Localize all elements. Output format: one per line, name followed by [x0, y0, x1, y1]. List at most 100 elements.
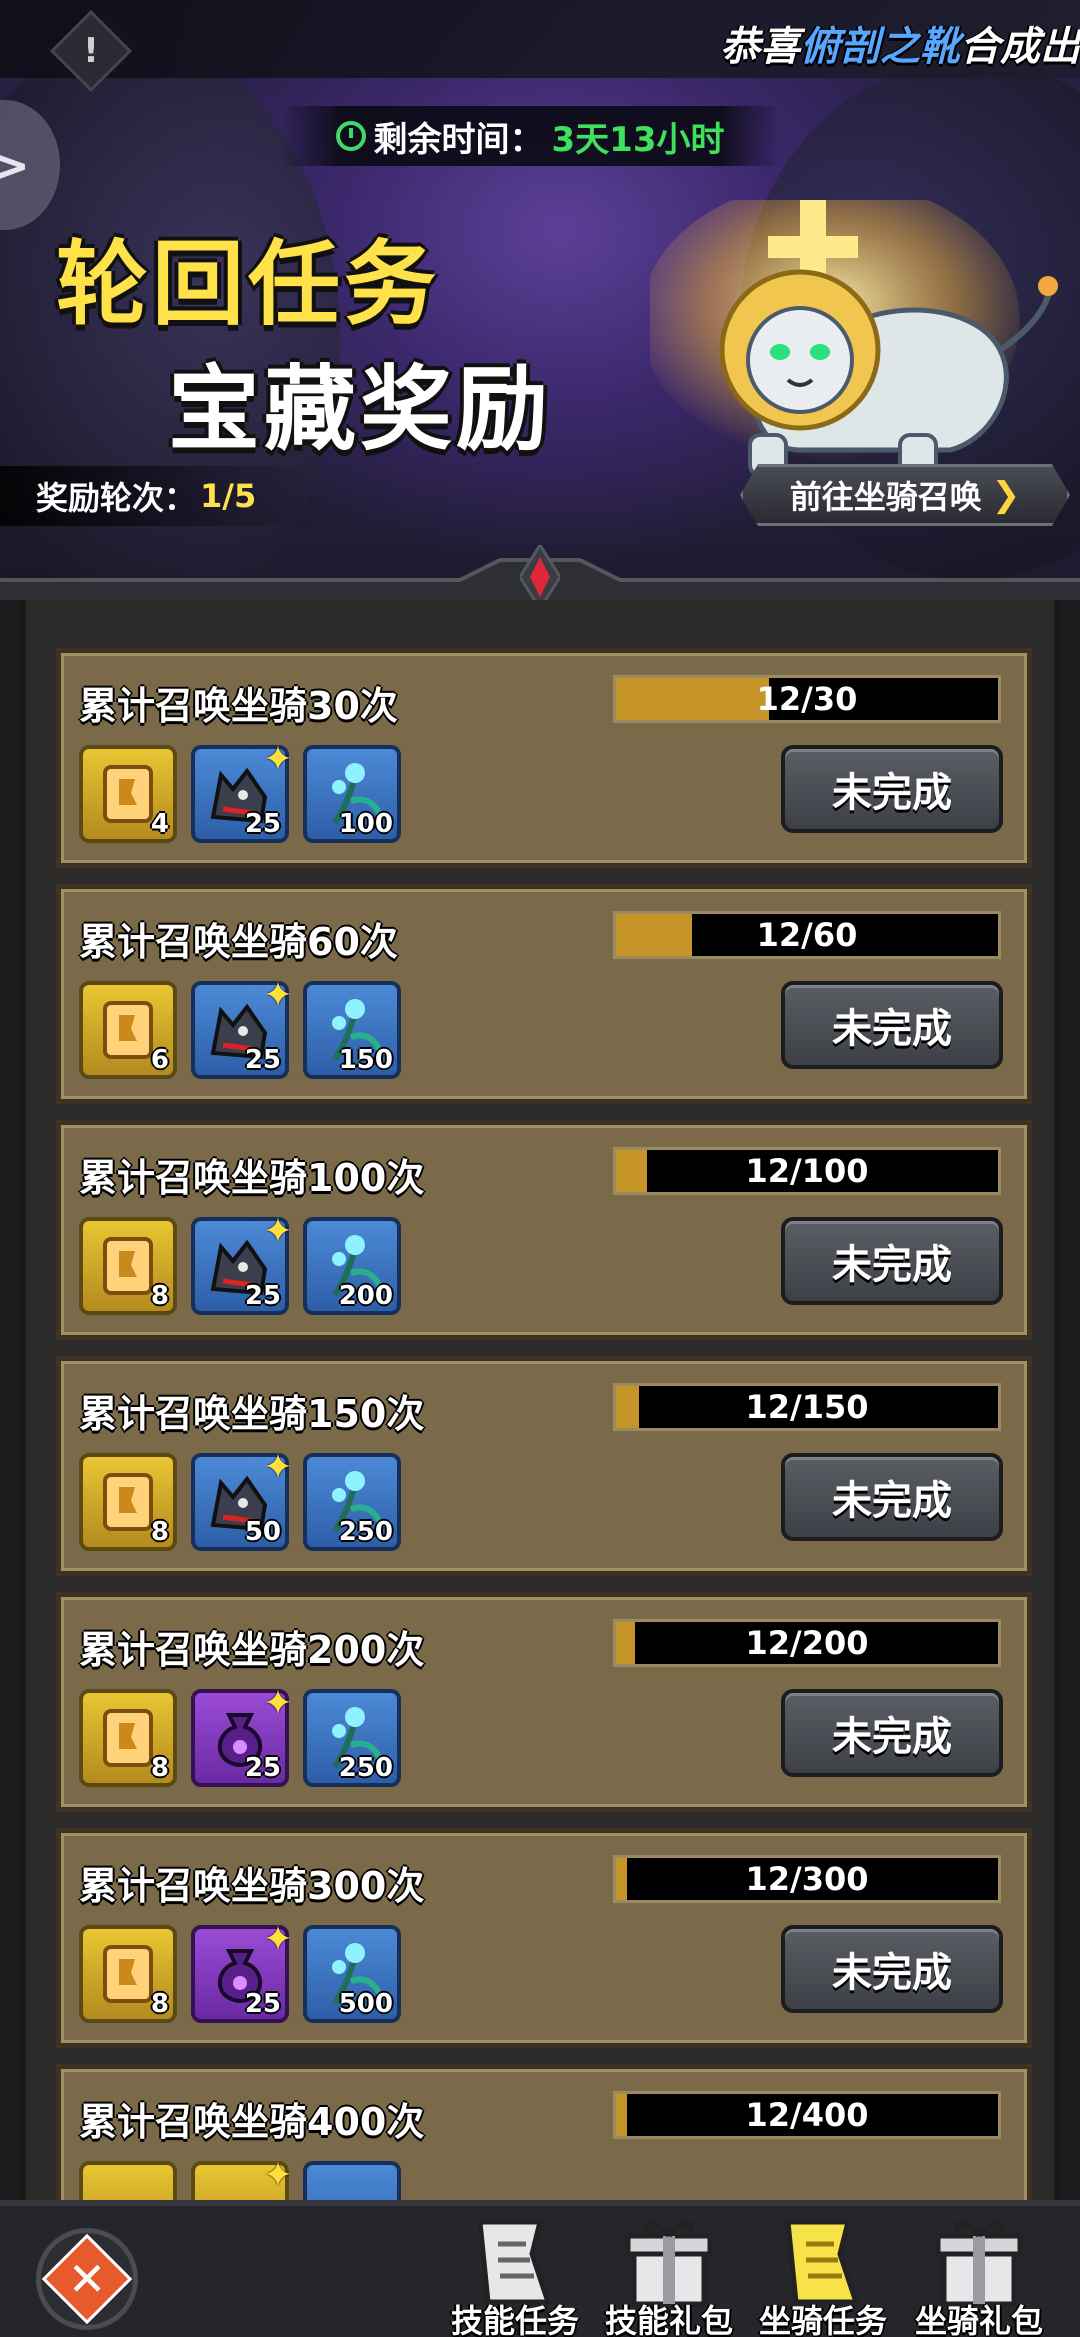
remaining-time: 剩余时间： 3天13小时	[280, 106, 780, 166]
progress-text: 12/60	[756, 916, 858, 954]
reward-herb[interactable]: 150	[303, 981, 401, 1079]
progress-text: 12/200	[745, 1624, 869, 1662]
task-card: 累计召唤坐骑300次 12/300 8 ✦ 25 500 未完成	[56, 1828, 1032, 2048]
close-icon: ✕	[67, 2252, 107, 2306]
reward-qty: 150	[338, 1045, 393, 1075]
reward-scroll[interactable]: 8	[79, 1925, 177, 2023]
reward-scroll[interactable]: 6	[79, 981, 177, 1079]
reward-scroll[interactable]	[79, 2161, 177, 2200]
red-gem-icon	[520, 545, 560, 600]
notice-suffix: 合成出	[960, 24, 1080, 70]
star-icon: ✦	[262, 1683, 293, 1724]
round-value: 1/5	[200, 477, 257, 515]
task-status-button[interactable]: 未完成	[781, 1453, 1003, 1541]
star-icon: ✦	[262, 1919, 293, 1960]
task-card: 累计召唤坐骑400次 12/400 ✦	[56, 2064, 1032, 2200]
task-status-button[interactable]: 未完成	[781, 1689, 1003, 1777]
task-title: 累计召唤坐骑100次	[79, 1156, 425, 1200]
progress-bar: 12/400	[613, 2091, 1001, 2139]
star-icon: ✦	[262, 1211, 293, 1252]
banner-title-line1: 轮回任务	[56, 231, 441, 338]
reward-herb[interactable]: 100	[303, 745, 401, 843]
notice-text: 恭喜俯剖之靴合成出	[720, 14, 1080, 72]
reward-qty: 8	[150, 1281, 169, 1311]
reward-herb[interactable]	[303, 2161, 401, 2200]
chevron-right-icon: >	[0, 138, 30, 194]
star-icon: ✦	[262, 975, 293, 1016]
close-button[interactable]: ✕	[36, 2228, 138, 2330]
lion-mount-icon	[650, 200, 1058, 477]
tab-skill-tasks[interactable]: 技能任务	[440, 2214, 590, 2337]
reward-herb[interactable]: 250	[303, 1453, 401, 1551]
progress-text: 12/100	[745, 1152, 869, 1190]
reward-scroll[interactable]: 8	[79, 1453, 177, 1551]
tab-label: 技能礼包	[604, 2302, 733, 2337]
reward-qty: 25	[244, 1045, 281, 1075]
reward-qty: 25	[244, 809, 281, 839]
task-card: 累计召唤坐骑150次 12/150 8 ✦ 50 250 未完成	[56, 1356, 1032, 1576]
reward-scroll[interactable]: 8	[79, 1217, 177, 1315]
timer-label: 剩余时间：	[373, 119, 544, 160]
reward-qty: 100	[338, 809, 393, 839]
task-status-button[interactable]: 未完成	[781, 1217, 1003, 1305]
star-icon: ✦	[262, 1447, 293, 1488]
progress-bar: 12/200	[613, 1619, 1001, 1667]
reward-scroll[interactable]: 4	[79, 745, 177, 843]
task-status-button[interactable]: 未完成	[781, 1925, 1003, 2013]
reward-qty: 25	[244, 1753, 281, 1783]
reward-qty: 8	[150, 1517, 169, 1547]
reward-qty: 200	[338, 1281, 393, 1311]
reward-qty: 8	[150, 1753, 169, 1783]
progress-bar: 12/150	[613, 1383, 1001, 1431]
reward-qty: 250	[338, 1517, 393, 1547]
progress-bar: 12/30	[613, 675, 1001, 723]
reward-herb[interactable]: 500	[303, 1925, 401, 2023]
task-title: 累计召唤坐骑60次	[79, 920, 398, 964]
progress-text: 12/150	[745, 1388, 869, 1426]
reward-mount-shard[interactable]: ✦ 25	[191, 975, 293, 1079]
notice-bar: ! 恭喜俯剖之靴合成出	[0, 0, 1080, 93]
reward-qty: 8	[150, 1989, 169, 2019]
notice-prefix: 恭喜	[720, 24, 800, 70]
task-title: 累计召唤坐骑150次	[79, 1392, 425, 1436]
go-to-mount-summon-button[interactable]: 前往坐骑召唤 ❯	[740, 464, 1070, 526]
task-list[interactable]: 累计召唤坐骑30次 12/30 4 ✦ 25 100 未完成 累计召唤坐骑60次…	[20, 600, 1060, 2200]
task-title: 累计召唤坐骑300次	[79, 1864, 425, 1908]
task-card: 累计召唤坐骑30次 12/30 4 ✦ 25 100 未完成	[56, 648, 1032, 868]
reward-round: 奖励轮次： 1/5	[0, 466, 320, 526]
task-card: 累计召唤坐骑200次 12/200 8 ✦ 25 250 未完成	[56, 1592, 1032, 1812]
progress-bar: 12/300	[613, 1855, 1001, 1903]
progress-text: 12/400	[745, 2096, 869, 2134]
tab-mount-gift[interactable]: 坐骑礼包	[904, 2214, 1054, 2337]
progress-text: 12/300	[745, 1860, 869, 1898]
reward-qty: 25	[244, 1281, 281, 1311]
reward-herb[interactable]: 200	[303, 1217, 401, 1315]
reward-purple-bag[interactable]: ✦ 25	[191, 1919, 293, 2023]
task-status-button[interactable]: 未完成	[781, 981, 1003, 1069]
reward-item[interactable]: ✦	[191, 2155, 293, 2200]
task-title: 累计召唤坐骑200次	[79, 1628, 425, 1672]
task-status-button[interactable]: 未完成	[781, 745, 1003, 833]
progress-bar: 12/60	[613, 911, 1001, 959]
reward-qty: 50	[244, 1517, 281, 1547]
tab-mount-tasks[interactable]: 坐骑任务	[748, 2214, 898, 2337]
task-title: 累计召唤坐骑30次	[79, 684, 398, 728]
tab-label: 坐骑任务	[758, 2302, 887, 2337]
task-title: 累计召唤坐骑400次	[79, 2100, 425, 2144]
reward-herb[interactable]: 250	[303, 1689, 401, 1787]
reward-mount-shard[interactable]: ✦ 25	[191, 739, 293, 843]
clock-icon	[335, 121, 366, 151]
reward-qty: 25	[244, 1989, 281, 2019]
tab-skill-gift[interactable]: 技能礼包	[594, 2214, 744, 2337]
reward-purple-bag[interactable]: ✦ 25	[191, 1683, 293, 1787]
progress-bar: 12/100	[613, 1147, 1001, 1195]
reward-mount-shard[interactable]: ✦ 25	[191, 1211, 293, 1315]
reward-scroll[interactable]: 8	[79, 1689, 177, 1787]
tab-label: 技能任务	[450, 2302, 579, 2337]
bottom-nav: ✕ 技能任务 技能礼包 坐骑任务 坐骑礼包	[0, 2200, 1080, 2337]
task-card: 累计召唤坐骑60次 12/60 6 ✦ 25 150 未完成	[56, 884, 1032, 1104]
chevron-right-icon: ❯	[991, 475, 1021, 515]
round-label: 奖励轮次：	[36, 479, 197, 517]
star-icon: ✦	[262, 739, 293, 780]
reward-mount-shard[interactable]: ✦ 50	[191, 1447, 293, 1551]
